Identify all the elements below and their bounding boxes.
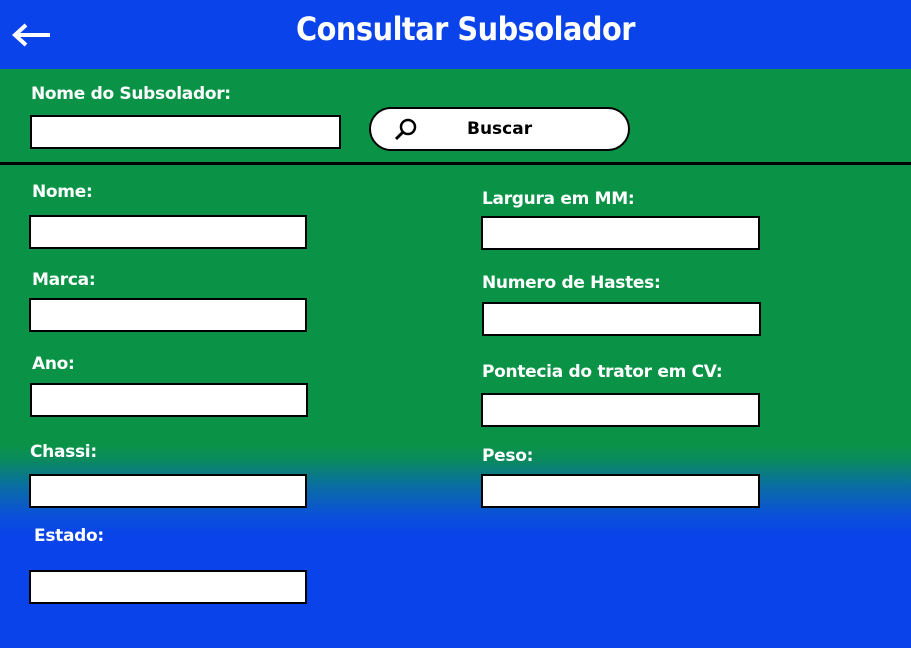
- marca-field[interactable]: [29, 298, 307, 332]
- nome-label: Nome:: [32, 182, 93, 202]
- page-title: Consultar Subsolador: [296, 10, 635, 48]
- hastes-field[interactable]: [482, 302, 761, 336]
- marca-label: Marca:: [32, 270, 96, 290]
- peso-field[interactable]: [481, 474, 760, 508]
- magnifier-icon: [394, 118, 417, 141]
- chassi-field[interactable]: [29, 474, 307, 508]
- hastes-label: Numero de Hastes:: [482, 273, 661, 293]
- divider: [0, 162, 911, 165]
- search-button[interactable]: Buscar: [369, 107, 630, 151]
- largura-label: Largura em MM:: [482, 189, 635, 209]
- ano-label: Ano:: [32, 354, 75, 374]
- estado-label: Estado:: [34, 526, 104, 546]
- header-bar: Consultar Subsolador: [0, 0, 911, 69]
- search-input[interactable]: [30, 115, 341, 149]
- potencia-field[interactable]: [481, 393, 760, 427]
- ano-field[interactable]: [30, 383, 308, 417]
- peso-label: Peso:: [482, 446, 534, 466]
- estado-field[interactable]: [29, 570, 307, 604]
- largura-field[interactable]: [481, 216, 760, 250]
- search-button-label: Buscar: [467, 119, 533, 139]
- search-label: Nome do Subsolador:: [31, 84, 231, 104]
- potencia-label: Pontecia do trator em CV:: [482, 362, 723, 382]
- nome-field[interactable]: [29, 215, 307, 249]
- chassi-label: Chassi:: [30, 442, 97, 462]
